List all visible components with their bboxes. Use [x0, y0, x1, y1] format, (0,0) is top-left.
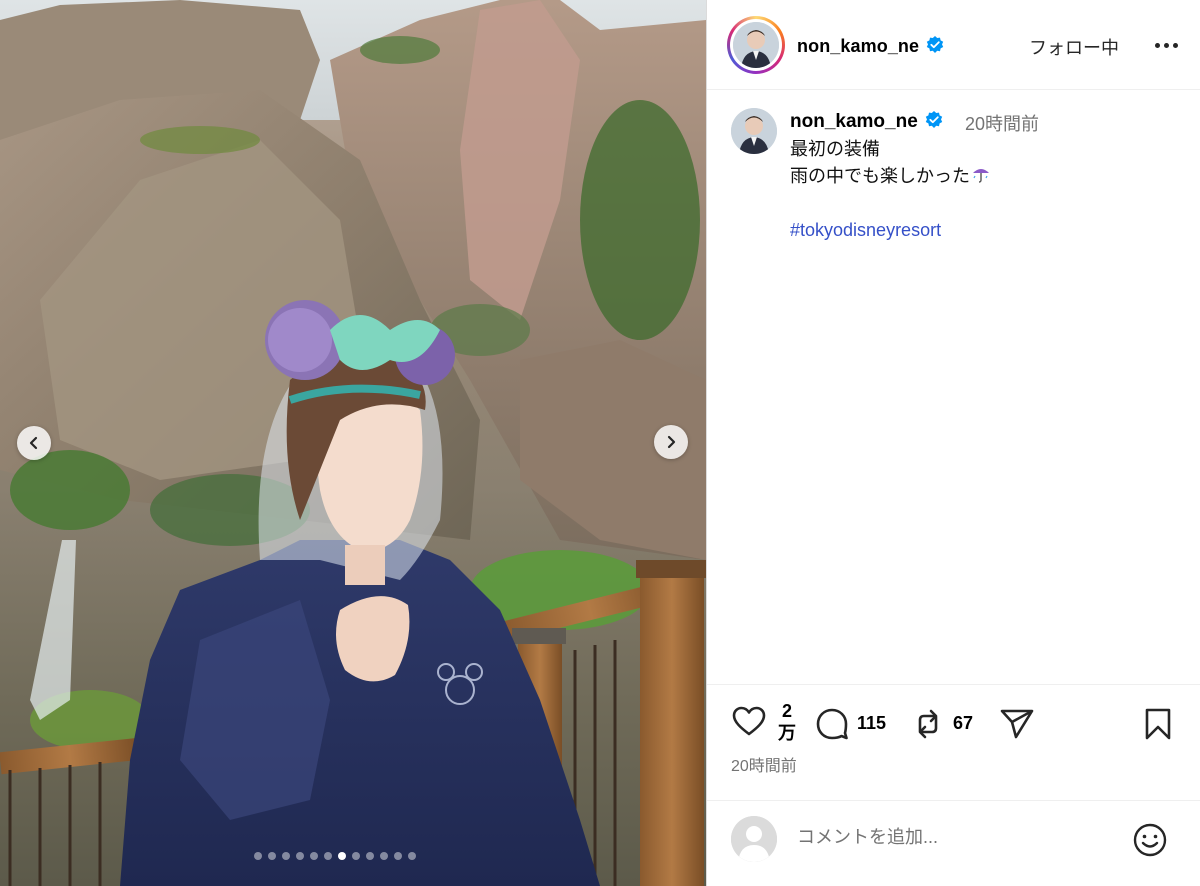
- hashtag-link[interactable]: #tokyodisneyresort: [790, 217, 991, 244]
- carousel-dot: [324, 852, 332, 860]
- post-photo[interactable]: [0, 0, 706, 886]
- comment-bar: [707, 800, 1200, 886]
- carousel-dot: [254, 852, 262, 860]
- post-timestamp[interactable]: 20時間前: [731, 752, 797, 776]
- comment-button[interactable]: [815, 707, 849, 741]
- post-author-username[interactable]: non_kamo_ne: [797, 35, 945, 57]
- chevron-left-icon: [29, 436, 38, 450]
- follow-status-button[interactable]: フォロー中: [1029, 34, 1119, 60]
- story-ring[interactable]: [727, 16, 785, 74]
- repost-button[interactable]: [911, 707, 945, 741]
- post-sidebar: non_kamo_ne フォロー中 non_kamo_ne 20時間前 最初の装…: [706, 0, 1200, 886]
- bookmark-icon: [1145, 708, 1171, 740]
- carousel-indicator: [254, 852, 416, 860]
- carousel-dot: [338, 852, 346, 860]
- caption-section: non_kamo_ne 20時間前 最初の装備 雨の中でも楽しかった #toky…: [707, 90, 1200, 684]
- repost-icon: [918, 709, 938, 739]
- paper-plane-icon: [1000, 709, 1034, 739]
- post-actions: 2 万 115 67 20時間前: [707, 684, 1200, 800]
- current-user-avatar: [731, 816, 777, 862]
- verified-badge-icon: [926, 36, 944, 53]
- photo-image: [0, 0, 706, 886]
- carousel-dot: [282, 852, 290, 860]
- caption-time[interactable]: 20時間前: [965, 110, 1039, 136]
- carousel-dot: [296, 852, 304, 860]
- carousel-dot: [366, 852, 374, 860]
- emoji-button[interactable]: [1132, 822, 1168, 863]
- carousel-dot: [408, 852, 416, 860]
- comment-count[interactable]: 115: [857, 713, 886, 734]
- default-avatar-icon: [731, 816, 777, 862]
- verified-badge-icon: [925, 111, 942, 128]
- smiley-icon: [1133, 823, 1167, 857]
- caption-line: 雨の中でも楽しかった: [790, 163, 991, 190]
- username-text[interactable]: non_kamo_ne: [797, 36, 919, 56]
- heart-icon: [732, 706, 766, 736]
- caption-text: 最初の装備 雨の中でも楽しかった #tokyodisneyresort: [790, 136, 991, 244]
- carousel-next-button[interactable]: [654, 425, 688, 459]
- caption-username[interactable]: non_kamo_ne: [790, 110, 944, 133]
- carousel-dot: [268, 852, 276, 860]
- carousel-dot: [380, 852, 388, 860]
- save-button[interactable]: [1143, 707, 1173, 741]
- caption-avatar[interactable]: [731, 108, 777, 154]
- repost-count[interactable]: 67: [953, 713, 973, 734]
- carousel-dot: [352, 852, 360, 860]
- avatar-image: [733, 22, 779, 68]
- carousel-dot: [310, 852, 318, 860]
- chevron-right-icon: [667, 435, 676, 449]
- like-button[interactable]: [731, 705, 767, 737]
- umbrella-rain-icon: [973, 169, 989, 183]
- like-count[interactable]: 2 万: [775, 700, 799, 744]
- caption-line: 最初の装備: [790, 139, 880, 159]
- avatar[interactable]: [733, 22, 779, 68]
- carousel-dot: [394, 852, 402, 860]
- share-button[interactable]: [999, 707, 1035, 741]
- more-dots-icon: [1154, 42, 1160, 48]
- comment-input[interactable]: [797, 827, 1097, 848]
- avatar-image: [731, 108, 777, 154]
- username-text[interactable]: non_kamo_ne: [790, 111, 918, 132]
- carousel-prev-button[interactable]: [17, 426, 51, 460]
- speech-bubble-icon: [816, 708, 848, 740]
- post-header: non_kamo_ne フォロー中: [707, 0, 1200, 90]
- more-options-button[interactable]: [1151, 33, 1181, 57]
